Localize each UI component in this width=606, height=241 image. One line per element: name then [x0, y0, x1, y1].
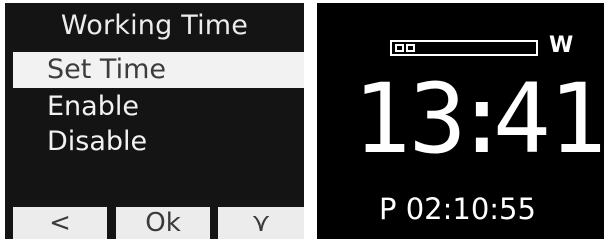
working-time-menu-screen: Working Time Set Time Enable Disable < O…: [5, 3, 304, 239]
clock-hours: 13: [353, 63, 467, 175]
back-softkey-label: <: [49, 208, 71, 238]
back-softkey[interactable]: <: [13, 207, 107, 239]
clock-screen: W 13 : 41 P 02:10:55: [317, 3, 604, 239]
menu-item-enable[interactable]: Enable: [13, 89, 304, 125]
down-arrow-icon: ⋎: [251, 208, 271, 238]
menu-item-label: Disable: [47, 126, 148, 157]
menu-title: Working Time: [60, 10, 249, 41]
progress-segment: [406, 44, 415, 52]
menu-item-disable[interactable]: Disable: [13, 124, 304, 160]
clock-display: 13 : 41: [353, 63, 604, 175]
mode-indicator: W: [549, 33, 574, 58]
progress-bar: [390, 40, 538, 56]
softkey-bar: < Ok ⋎: [5, 207, 304, 239]
ok-softkey-label: Ok: [145, 208, 181, 238]
down-softkey[interactable]: ⋎: [218, 207, 304, 239]
menu-item-label: Set Time: [47, 54, 166, 85]
progress-segment: [395, 44, 404, 52]
menu-item-set-time[interactable]: Set Time: [13, 52, 304, 88]
status-line: P 02:10:55: [379, 192, 536, 226]
clock-minutes: 41: [493, 63, 604, 175]
menu-item-label: Enable: [47, 91, 139, 122]
ok-softkey[interactable]: Ok: [116, 207, 210, 239]
